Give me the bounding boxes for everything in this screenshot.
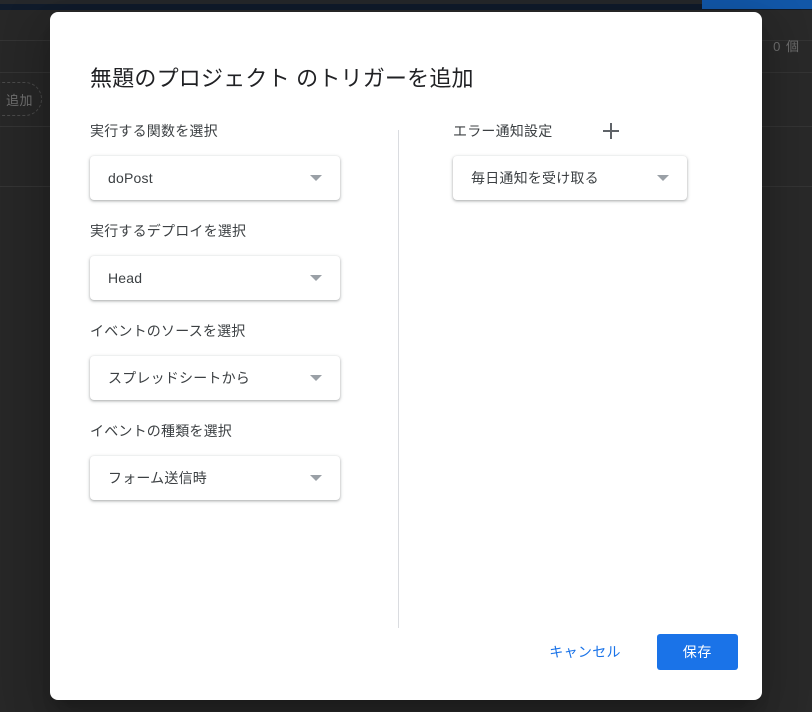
background-add-chip-label: 追加 <box>5 92 33 108</box>
field-label-error-notification: エラー通知設定 <box>453 123 553 139</box>
field-label-function: 実行する関数を選択 <box>90 123 218 139</box>
field-label-event-source: イベントのソースを選択 <box>90 323 246 339</box>
chevron-down-icon <box>310 475 322 481</box>
error-notification-select-value: 毎日通知を受け取る <box>471 170 599 186</box>
field-event-source: イベントのソースを選択 スプレッドシートから <box>90 322 390 400</box>
function-select[interactable]: doPost <box>90 156 340 200</box>
field-event-type: イベントの種類を選択 フォーム送信時 <box>90 422 390 500</box>
event-source-select[interactable]: スプレッドシートから <box>90 356 340 400</box>
chevron-down-icon <box>310 275 322 281</box>
event-type-select-value: フォーム送信時 <box>108 470 207 486</box>
save-button[interactable]: 保存 <box>656 634 738 670</box>
function-select-value: doPost <box>108 170 153 186</box>
app-topbar-strip <box>0 0 812 4</box>
background-primary-button[interactable] <box>702 0 812 9</box>
field-label-deployment: 実行するデプロイを選択 <box>90 223 247 239</box>
field-label-event-type: イベントの種類を選択 <box>90 423 232 439</box>
chevron-down-icon <box>310 375 322 381</box>
error-notification-select[interactable]: 毎日通知を受け取る <box>453 156 687 200</box>
field-error-notification: エラー通知設定 毎日通知を受け取る <box>453 122 743 200</box>
dialog-footer: キャンセル 保存 <box>535 632 738 672</box>
column-divider <box>398 130 399 628</box>
field-label-row-error-notification: エラー通知設定 <box>453 122 743 140</box>
dialog-body: 実行する関数を選択 doPost 実行するデプロイを選択 Head イベントのソ… <box>50 122 762 628</box>
plus-icon[interactable] <box>602 122 620 140</box>
dialog-title: 無題のプロジェクト のトリガーを追加 <box>90 66 474 91</box>
event-source-select-value: スプレッドシートから <box>108 370 250 386</box>
background-add-chip[interactable]: 追加 <box>0 82 42 116</box>
deployment-select-value: Head <box>108 270 143 286</box>
cancel-button[interactable]: キャンセル <box>535 632 635 672</box>
field-deployment: 実行するデプロイを選択 Head <box>90 222 390 300</box>
event-type-select[interactable]: フォーム送信時 <box>90 456 340 500</box>
add-trigger-dialog: 無題のプロジェクト のトリガーを追加 実行する関数を選択 doPost 実行する… <box>50 12 762 700</box>
right-column: エラー通知設定 毎日通知を受け取る <box>453 122 743 222</box>
chevron-down-icon <box>310 175 322 181</box>
chevron-down-icon <box>657 175 669 181</box>
field-function: 実行する関数を選択 doPost <box>90 122 390 200</box>
left-column: 実行する関数を選択 doPost 実行するデプロイを選択 Head イベントのソ… <box>90 122 390 522</box>
deployment-select[interactable]: Head <box>90 256 340 300</box>
background-item-count: 0 個 <box>773 39 800 54</box>
